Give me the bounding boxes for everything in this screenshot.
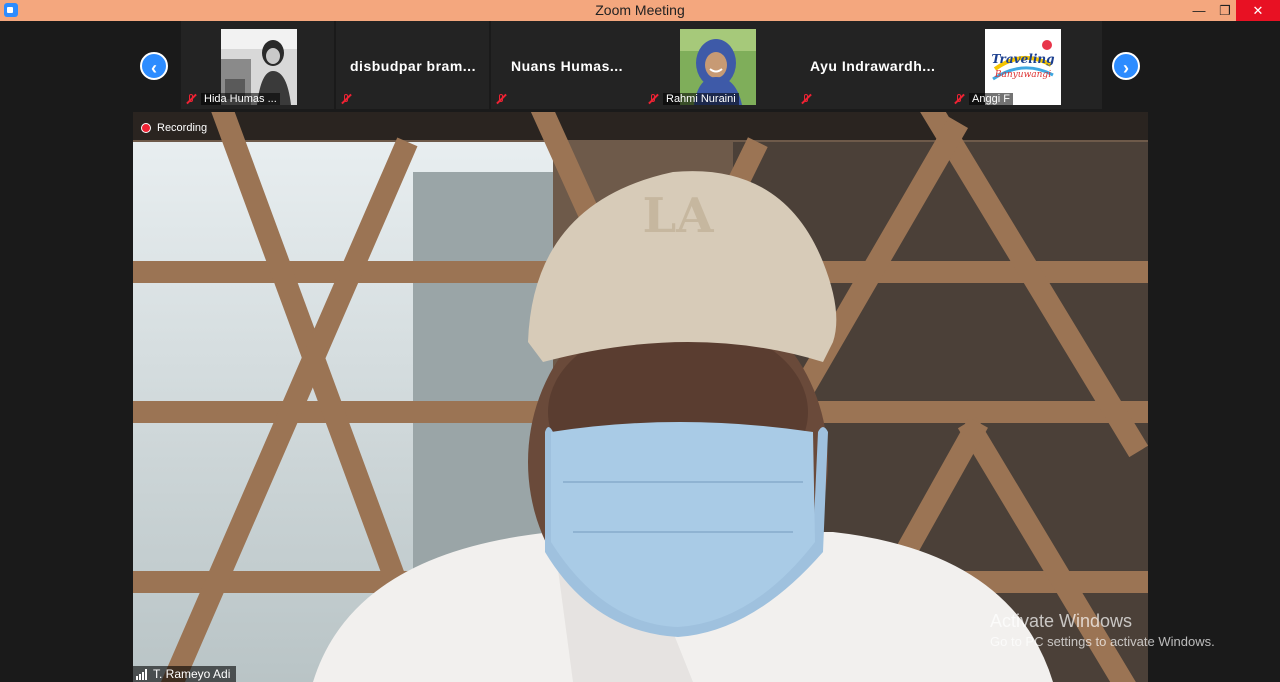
active-speaker-name-badge: T. Rameyo Adi xyxy=(133,666,237,682)
muted-mic-icon xyxy=(185,93,197,105)
participant-footer xyxy=(495,91,511,107)
logo-text-line1: Traveling xyxy=(992,52,1055,66)
logo-text-line2: Banyuwangi xyxy=(994,70,1051,80)
muted-mic-icon xyxy=(495,93,507,105)
participant-footer xyxy=(800,91,816,107)
signal-strength-icon xyxy=(136,668,148,680)
recording-indicator: Recording xyxy=(141,122,207,134)
watermark-line1: Activate Windows xyxy=(990,611,1133,631)
previous-page-button[interactable]: ‹ xyxy=(140,52,168,80)
participant-label: Anggi F xyxy=(969,93,1013,105)
muted-mic-icon xyxy=(647,93,659,105)
next-page-button[interactable]: › xyxy=(1112,52,1140,80)
active-speaker-video[interactable]: LA Recording T. Rameyo Adi xyxy=(133,112,1148,682)
participant-tile[interactable]: disbudpar bram... xyxy=(336,21,489,109)
svg-text:LA: LA xyxy=(643,188,715,244)
participant-footer: Hida Humas ... xyxy=(185,91,280,107)
participant-footer xyxy=(340,91,356,107)
participant-footer: Anggi F xyxy=(953,91,1013,107)
participant-name: Ayu Indrawardh... xyxy=(810,58,936,74)
participant-tile[interactable]: Rahmi Nuraini xyxy=(643,21,796,109)
participant-tile[interactable]: Traveling Banyuwangi Anggi F xyxy=(949,21,1102,109)
muted-mic-icon xyxy=(953,93,965,105)
muted-mic-icon xyxy=(340,93,352,105)
speaker-video-frame: LA xyxy=(133,112,1148,682)
recording-label: Recording xyxy=(157,122,208,134)
participant-tile[interactable]: Ayu Indrawardh... xyxy=(796,21,949,109)
participant-name: disbudpar bram... xyxy=(350,58,476,74)
participant-strip: ‹ Hida Humas ... disbudpar bram... Nuans… xyxy=(0,21,1280,111)
close-button[interactable]: ✕ xyxy=(1236,0,1280,21)
participant-label: Hida Humas ... xyxy=(201,93,280,105)
record-dot-icon xyxy=(141,123,151,133)
participant-tile[interactable]: Hida Humas ... xyxy=(181,21,334,109)
windows-activation-watermark: Activate Windows Go to PC settings to ac… xyxy=(990,611,1215,649)
watermark-line2: Go to PC settings to activate Windows. xyxy=(990,634,1215,649)
participant-name: Nuans Humas... xyxy=(511,58,624,74)
participant-label: Rahmi Nuraini xyxy=(663,93,739,105)
participant-footer: Rahmi Nuraini xyxy=(647,91,739,107)
window-titlebar: Zoom Meeting — ❐ ✕ xyxy=(0,0,1280,21)
window-title: Zoom Meeting xyxy=(595,2,685,18)
active-speaker-name: T. Rameyo Adi xyxy=(153,667,231,681)
participant-tile[interactable]: Nuans Humas... xyxy=(491,21,644,109)
muted-mic-icon xyxy=(800,93,812,105)
